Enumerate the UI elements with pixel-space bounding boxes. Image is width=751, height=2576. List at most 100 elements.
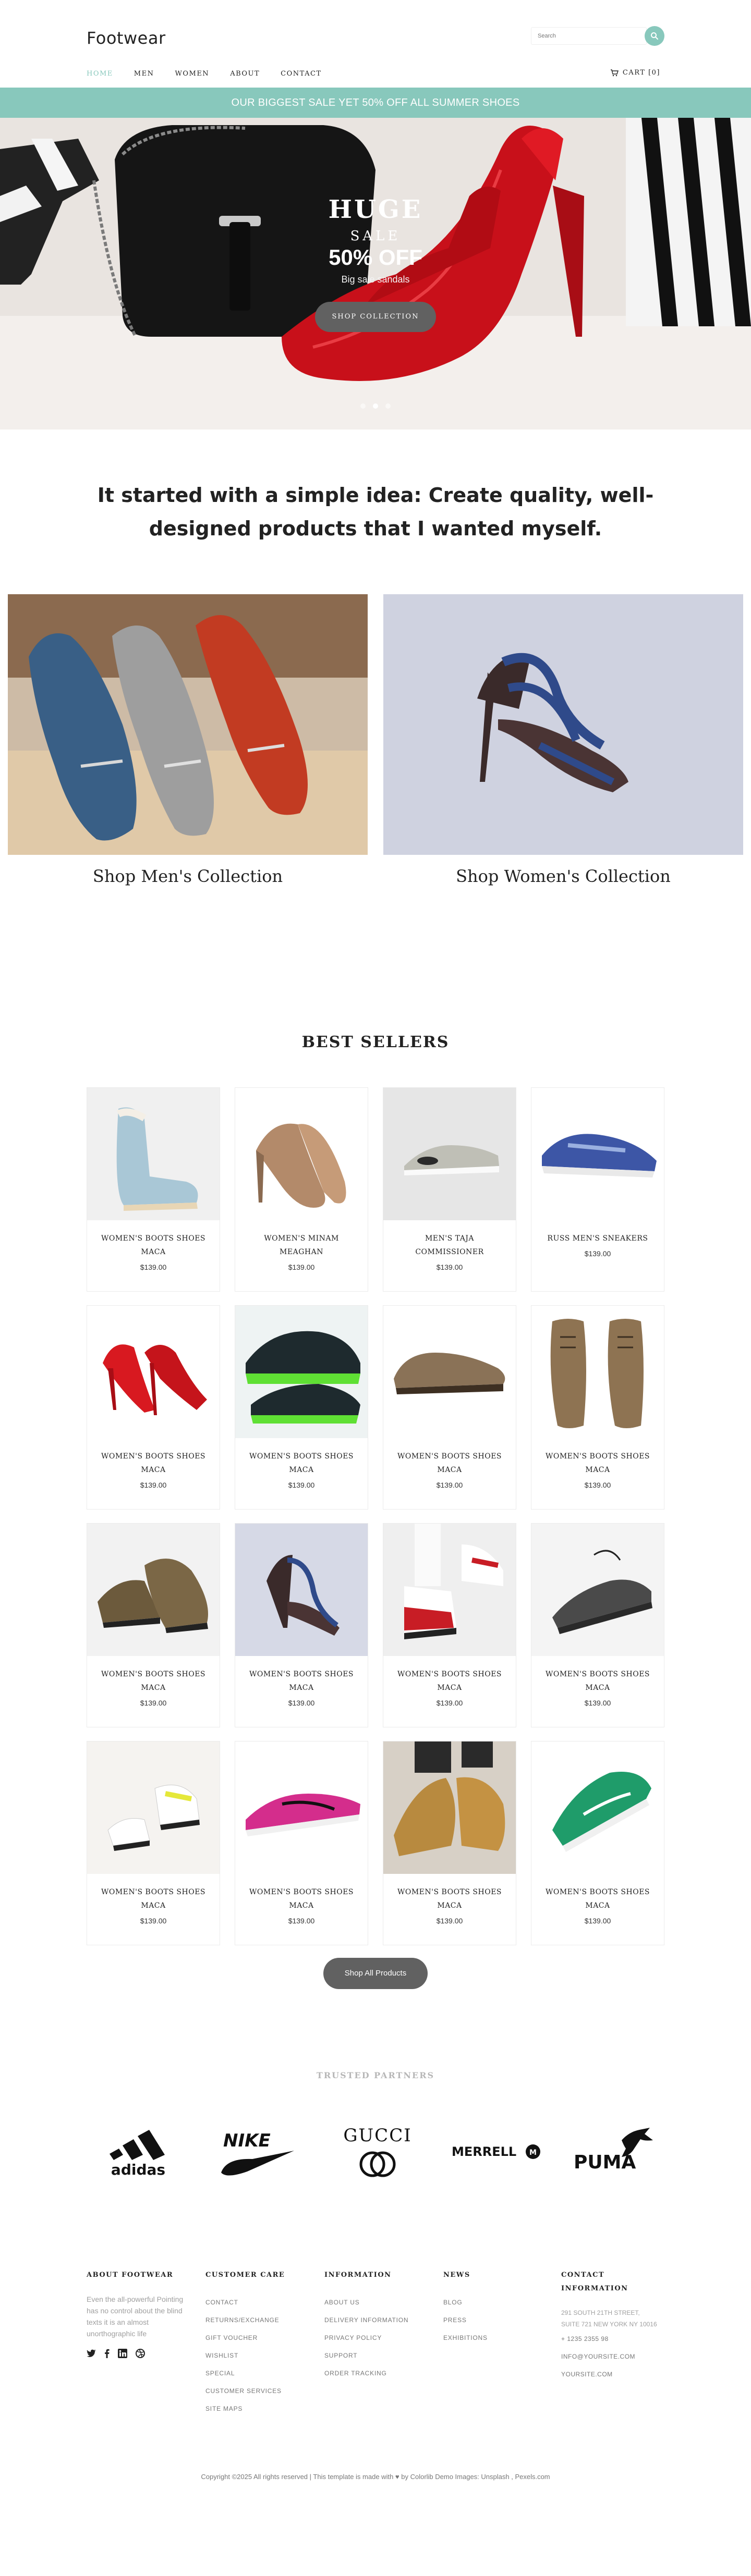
mens-collection-image[interactable] [8,594,368,855]
product-card[interactable]: Women's Boots Shoes Maca $139.00 [87,1087,220,1292]
product-card[interactable]: Women's Boots Shoes Maca $139.00 [531,1305,664,1510]
footer-link-about-us[interactable]: About us [324,2293,429,2311]
nav-men[interactable]: Men [134,70,154,78]
footer-link-privacy[interactable]: Privacy Policy [324,2329,429,2347]
product-name[interactable]: Women's Boots Shoes Maca [87,1885,220,1912]
best-sellers-title: Best Sellers [301,1033,450,1051]
footer-link-gift-voucher[interactable]: Gift Voucher [205,2329,310,2347]
footer-news: News Blog Press Exhibitions [443,2268,548,2347]
product-card[interactable]: Women's Boots Shoes Maca $139.00 [383,1305,516,1510]
product-name[interactable]: Women's Boots Shoes Maca [87,1450,220,1477]
product-card[interactable]: Women's Boots Shoes Maca $139.00 [235,1305,368,1510]
product-name[interactable]: Women's Boots Shoes Maca [531,1667,664,1695]
product-image[interactable] [531,1306,664,1438]
product-name[interactable]: Men's Taja Commissioner [383,1232,516,1259]
product-image[interactable] [383,1088,516,1220]
product-name[interactable]: Women's Boots Shoes Maca [383,1667,516,1695]
product-card[interactable]: Men's Taja Commissioner $139.00 [383,1087,516,1292]
product-card[interactable]: Women's Boots Shoes Maca $139.00 [383,1523,516,1727]
womens-collection-image[interactable] [383,594,743,855]
footer-website-link[interactable]: yoursite.com [561,2365,665,2383]
product-image[interactable] [531,1524,664,1656]
product-image[interactable] [235,1524,368,1656]
product-image[interactable] [87,1524,220,1656]
puma-logo[interactable]: PUMA [572,2125,655,2179]
nav-about[interactable]: About [230,70,260,78]
product-image[interactable] [87,1088,220,1220]
heel-icon [235,1524,368,1656]
mens-collection-title[interactable]: Shop Men's Collection [8,866,368,886]
product-name[interactable]: Women's Minam Meaghan [235,1232,368,1259]
footer-link-special[interactable]: Special [205,2364,310,2382]
slider-dot-active[interactable] [373,403,378,409]
nike-logo-icon: NIKE [221,2130,294,2176]
footer-customer-care-links: Contact Returns/Exchange Gift Voucher Wi… [205,2293,310,2418]
product-name[interactable]: Women's Boots Shoes Maca [87,1232,220,1259]
product-image[interactable] [87,1306,220,1438]
adidas-logo[interactable]: adidas [99,2125,177,2179]
promo-bar[interactable]: Our biggest sale yet 50% off all summer … [0,88,751,118]
nav-contact[interactable]: Contact [281,70,321,78]
twitter-icon[interactable] [87,2349,96,2358]
product-image[interactable] [531,1088,664,1220]
footer-link-returns[interactable]: Returns/Exchange [205,2311,310,2329]
product-name[interactable]: Women's Boots Shoes Maca [235,1450,368,1477]
shop-collection-button[interactable]: Shop Collection [315,302,436,332]
product-image[interactable] [235,1306,368,1438]
shop-all-products-button[interactable]: Shop All Products [323,1958,428,1989]
nav-women[interactable]: Women [175,70,209,78]
womens-collection-title[interactable]: Shop Women's Collection [383,866,743,886]
product-image[interactable] [383,1524,516,1656]
footer-link-site-maps[interactable]: Site maps [205,2400,310,2418]
footer-phone-link[interactable]: + 1235 2355 98 [561,2330,665,2348]
product-image[interactable] [87,1741,220,1874]
product-card[interactable]: Women's Boots Shoes Maca $139.00 [235,1741,368,1945]
footer-link-contact[interactable]: Contact [205,2293,310,2311]
product-image[interactable] [235,1088,368,1220]
product-card[interactable]: Russ Men's Sneakers $139.00 [531,1087,664,1292]
slider-dot[interactable] [385,403,391,409]
nav-home[interactable]: Home [87,70,113,78]
product-card[interactable]: Women's Minam Meaghan $139.00 [235,1087,368,1292]
product-card[interactable]: Women's Boots Shoes Maca $139.00 [531,1523,664,1727]
product-card[interactable]: Women's Boots Shoes Maca $139.00 [235,1523,368,1727]
product-card[interactable]: Women's Boots Shoes Maca $139.00 [87,1741,220,1945]
footer-email-link[interactable]: info@yoursite.com [561,2348,665,2365]
product-card[interactable]: Women's Boots Shoes Maca $139.00 [383,1741,516,1945]
footer-link-order-tracking[interactable]: Order Tracking [324,2364,429,2382]
gucci-logo[interactable]: GUCCI [336,2125,419,2185]
footer-link-support[interactable]: Support [324,2347,429,2364]
merrell-logo[interactable]: MERRELL M [450,2136,543,2170]
product-name[interactable]: Women's Boots Shoes Maca [531,1885,664,1912]
product-card[interactable]: Women's Boots Shoes Maca $139.00 [87,1305,220,1510]
sneaker-icon [235,1306,368,1438]
product-name[interactable]: Women's Boots Shoes Maca [383,1885,516,1912]
product-name[interactable]: Women's Boots Shoes Maca [235,1667,368,1695]
product-name[interactable]: Women's Boots Shoes Maca [87,1667,220,1695]
site-logo[interactable]: Footwear [87,28,166,48]
product-image[interactable] [383,1306,516,1438]
slider-dot[interactable] [360,403,366,409]
product-name[interactable]: Russ Men's Sneakers [531,1232,664,1245]
footer-link-exhibitions[interactable]: Exhibitions [443,2329,548,2347]
product-name[interactable]: Women's Boots Shoes Maca [383,1450,516,1477]
product-image[interactable] [235,1741,368,1874]
facebook-icon[interactable] [104,2349,110,2358]
product-card[interactable]: Women's Boots Shoes Maca $139.00 [531,1741,664,1945]
search-button[interactable] [645,26,664,46]
cart-link[interactable]: Cart [0] [610,69,660,77]
product-image[interactable] [383,1741,516,1874]
product-image[interactable] [531,1741,664,1874]
product-card[interactable]: Women's Boots Shoes Maca $139.00 [87,1523,220,1727]
linkedin-icon[interactable] [118,2349,127,2358]
footer-link-wishlist[interactable]: Wishlist [205,2347,310,2364]
search-input[interactable] [531,27,647,45]
product-name[interactable]: Women's Boots Shoes Maca [235,1885,368,1912]
footer-link-press[interactable]: Press [443,2311,548,2329]
footer-link-blog[interactable]: Blog [443,2293,548,2311]
footer-link-customer-services[interactable]: Customer Services [205,2382,310,2400]
product-name[interactable]: Women's Boots Shoes Maca [531,1450,664,1477]
footer-link-delivery[interactable]: Delivery Information [324,2311,429,2329]
nike-logo[interactable]: NIKE [216,2127,299,2181]
dribbble-icon[interactable] [136,2349,145,2358]
